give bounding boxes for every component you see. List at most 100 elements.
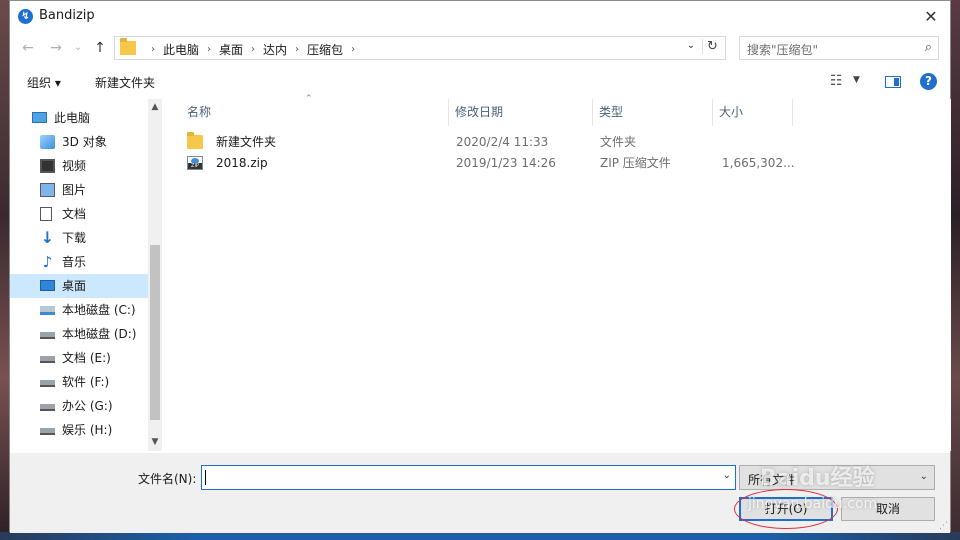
pictures-icon bbox=[40, 183, 55, 197]
chevron-right-icon[interactable]: › bbox=[295, 44, 299, 55]
drive-icon bbox=[40, 356, 55, 363]
sidebar-item-label: 视频 bbox=[62, 159, 87, 173]
folder-icon bbox=[187, 132, 203, 149]
help-icon[interactable]: ? bbox=[920, 73, 937, 90]
sidebar-scrollbar[interactable]: ▲ ▼ bbox=[148, 99, 162, 451]
sidebar-item-videos[interactable]: 视频 bbox=[10, 154, 148, 178]
navigation-bar: ← → ⌄ ↑ › 此电脑 › 桌面 › 达内 › 压缩包 › ⌄ ↻ 搜索"压… bbox=[10, 34, 950, 62]
file-modified: 2020/2/4 11:33 bbox=[456, 135, 549, 149]
scroll-up-icon[interactable]: ▲ bbox=[148, 99, 162, 116]
back-button[interactable]: ← bbox=[18, 38, 38, 58]
sidebar-item-drive-d[interactable]: 本地磁盘 (D:) bbox=[10, 322, 148, 346]
preview-pane-icon[interactable] bbox=[885, 76, 901, 88]
drive-icon bbox=[40, 404, 55, 411]
command-bar: 组织 ▾ 新建文件夹 ☷ ▼ ? bbox=[10, 67, 950, 97]
sidebar-item-downloads[interactable]: ↓ 下载 bbox=[10, 226, 148, 250]
3d-objects-icon bbox=[40, 135, 55, 149]
sidebar-item-label: 文档 (E:) bbox=[62, 351, 111, 365]
drive-icon bbox=[40, 380, 55, 387]
refresh-button[interactable]: ↻ bbox=[702, 39, 722, 54]
organize-button[interactable]: 组织 ▾ bbox=[27, 74, 61, 91]
sidebar-item-label: 本地磁盘 (C:) bbox=[62, 303, 136, 317]
music-icon: ♪ bbox=[42, 253, 53, 271]
file-modified: 2019/1/23 14:26 bbox=[456, 156, 556, 170]
title-bar: ↯ Bandizip ✕ bbox=[10, 1, 950, 32]
breadcrumb-item-this-pc[interactable]: 此电脑 bbox=[163, 41, 199, 58]
search-placeholder: 搜索"压缩包" bbox=[747, 43, 819, 57]
resize-grip-icon[interactable]: ⋰ bbox=[939, 521, 948, 531]
sidebar-item-documents[interactable]: 文档 bbox=[10, 202, 148, 226]
view-options-icon[interactable]: ☷ bbox=[830, 73, 843, 89]
filename-label: 文件名(N): bbox=[138, 472, 197, 486]
video-icon bbox=[40, 159, 55, 173]
file-name: 新建文件夹 bbox=[216, 135, 277, 149]
bandizip-icon: ↯ bbox=[18, 9, 33, 24]
up-button[interactable]: ↑ bbox=[90, 38, 110, 58]
table-row[interactable]: 新建文件夹 2020/2/4 11:33 文件夹 bbox=[165, 132, 785, 153]
breadcrumb-item-danei[interactable]: 达内 bbox=[263, 41, 287, 58]
drive-icon bbox=[40, 332, 55, 339]
breadcrumb-item-desktop[interactable]: 桌面 bbox=[219, 41, 243, 58]
file-size: 1,665,302... bbox=[722, 156, 795, 170]
documents-icon bbox=[40, 207, 52, 221]
search-icon[interactable]: ⌕ bbox=[925, 40, 932, 55]
sidebar-item-desktop[interactable]: 桌面 bbox=[10, 274, 148, 298]
scroll-down-icon[interactable]: ▼ bbox=[148, 434, 162, 451]
file-list: ⌃ 名称 修改日期 类型 大小 新建文件夹 2020/2/4 11:33 文件夹… bbox=[165, 94, 951, 451]
chevron-down-icon[interactable]: ⌄ bbox=[683, 40, 699, 51]
sidebar-item-label: 办公 (G:) bbox=[62, 399, 113, 413]
forward-button[interactable]: → bbox=[46, 38, 66, 58]
scrollbar-thumb[interactable] bbox=[150, 245, 160, 420]
address-bar[interactable]: › 此电脑 › 桌面 › 达内 › 压缩包 › ⌄ ↻ bbox=[114, 36, 726, 60]
breadcrumb-item-archives[interactable]: 压缩包 bbox=[307, 41, 343, 58]
chevron-right-icon[interactable]: › bbox=[251, 44, 255, 55]
navigation-pane: 此电脑 3D 对象 视频 图片 文档 ↓ 下载 ♪ 音乐 桌面 本地磁盘 (C:… bbox=[10, 99, 162, 451]
watermark-url: jingyan.baidu.com bbox=[748, 496, 878, 512]
watermark-brand: Baidu经验 bbox=[760, 466, 875, 491]
sidebar-item-drive-f[interactable]: 软件 (F:) bbox=[10, 370, 148, 394]
close-button[interactable]: ✕ bbox=[912, 1, 950, 32]
sidebar-item-music[interactable]: ♪ 音乐 bbox=[10, 250, 148, 274]
table-row[interactable]: 2018.zip 2019/1/23 14:26 ZIP 压缩文件 1,665,… bbox=[165, 153, 795, 174]
sidebar-item-drive-c[interactable]: 本地磁盘 (C:) bbox=[10, 298, 148, 322]
sidebar-item-drive-e[interactable]: 文档 (E:) bbox=[10, 346, 148, 370]
sidebar-item-this-pc[interactable]: 此电脑 bbox=[10, 106, 148, 130]
chevron-down-icon[interactable]: ▼ bbox=[853, 75, 860, 85]
open-file-dialog: ↯ Bandizip ✕ ← → ⌄ ↑ › 此电脑 › 桌面 › 达内 › 压… bbox=[9, 0, 951, 533]
file-name: 2018.zip bbox=[216, 156, 268, 170]
computer-icon bbox=[32, 112, 47, 123]
recent-locations-button[interactable]: ⌄ bbox=[68, 38, 88, 58]
column-header-modified[interactable]: 修改日期 bbox=[449, 99, 593, 126]
folder-icon bbox=[120, 38, 136, 55]
sidebar-item-label: 文档 bbox=[62, 207, 87, 221]
taskbar-edge bbox=[0, 532, 960, 540]
column-header-type[interactable]: 类型 bbox=[593, 99, 713, 126]
filename-input[interactable]: ⌄ bbox=[201, 465, 736, 490]
column-header-name[interactable]: 名称 bbox=[181, 99, 449, 126]
chevron-down-icon[interactable]: ⌄ bbox=[723, 470, 731, 481]
chevron-right-icon[interactable]: › bbox=[207, 44, 211, 55]
file-type: 文件夹 bbox=[600, 135, 637, 149]
sidebar-item-drive-h[interactable]: 娱乐 (H:) bbox=[10, 418, 148, 442]
chevron-right-icon[interactable]: › bbox=[351, 44, 355, 55]
new-folder-button[interactable]: 新建文件夹 bbox=[95, 74, 155, 91]
sidebar-item-label: 此电脑 bbox=[54, 111, 91, 125]
column-headers: ⌃ 名称 修改日期 类型 大小 bbox=[165, 94, 951, 126]
sidebar-item-label: 软件 (F:) bbox=[62, 375, 110, 389]
sidebar-item-label: 图片 bbox=[62, 183, 87, 197]
file-type: ZIP 压缩文件 bbox=[600, 156, 671, 170]
sidebar-item-label: 娱乐 (H:) bbox=[62, 423, 113, 437]
search-input[interactable]: 搜索"压缩包" ⌕ bbox=[739, 36, 939, 60]
chevron-right-icon: › bbox=[151, 44, 155, 55]
column-header-size[interactable]: 大小 bbox=[713, 99, 793, 126]
sidebar-item-label: 下载 bbox=[62, 231, 87, 245]
desktop-icon bbox=[40, 280, 55, 291]
sidebar-item-pictures[interactable]: 图片 bbox=[10, 178, 148, 202]
sidebar-item-label: 本地磁盘 (D:) bbox=[62, 327, 137, 341]
sidebar-item-label: 桌面 bbox=[62, 279, 87, 293]
download-icon: ↓ bbox=[40, 228, 55, 247]
chevron-down-icon[interactable]: ⌄ bbox=[920, 471, 928, 482]
sidebar-item-3d-objects[interactable]: 3D 对象 bbox=[10, 130, 148, 154]
sidebar-item-label: 3D 对象 bbox=[62, 135, 107, 149]
sidebar-item-drive-g[interactable]: 办公 (G:) bbox=[10, 394, 148, 418]
